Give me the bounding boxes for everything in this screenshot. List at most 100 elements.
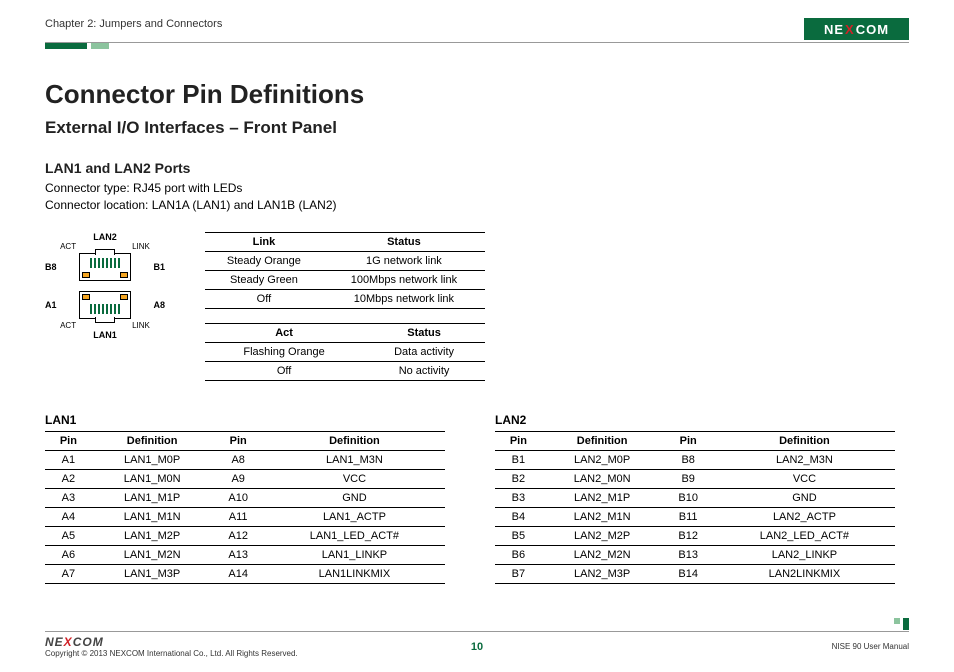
table-cell: B9 bbox=[663, 469, 714, 488]
chapter-label: Chapter 2: Jumpers and Connectors bbox=[45, 18, 222, 30]
table-cell: VCC bbox=[714, 469, 895, 488]
diagram-act-top: ACT bbox=[60, 242, 76, 251]
table-cell: LAN2_M3P bbox=[542, 564, 663, 583]
table-cell: B1 bbox=[495, 450, 542, 469]
table-cell: LAN2_M0N bbox=[542, 469, 663, 488]
table-cell: Off bbox=[205, 289, 323, 308]
lan1-label: LAN1 bbox=[45, 413, 445, 427]
section-heading: LAN1 and LAN2 Ports bbox=[45, 160, 909, 176]
table-cell: LAN1_LINKP bbox=[264, 545, 445, 564]
table-row: OffNo activity bbox=[205, 361, 485, 380]
table-cell: 100Mbps network link bbox=[323, 270, 485, 289]
act-status-table: Act Status Flashing OrangeData activityO… bbox=[205, 323, 485, 381]
table-cell: GND bbox=[264, 488, 445, 507]
link-status-table: Link Status Steady Orange1G network link… bbox=[205, 232, 485, 309]
diagram-link-top: LINK bbox=[132, 242, 150, 251]
table-cell: GND bbox=[714, 488, 895, 507]
table-cell: LAN2_ACTP bbox=[714, 507, 895, 526]
table-cell: LAN1LINKMIX bbox=[264, 564, 445, 583]
table-cell: LAN1_M0N bbox=[92, 469, 213, 488]
diagram-a8: A8 bbox=[153, 300, 165, 310]
table-cell: A5 bbox=[45, 526, 92, 545]
diagram-link-bot: LINK bbox=[132, 321, 150, 330]
table-cell: A4 bbox=[45, 507, 92, 526]
diagram-a1: A1 bbox=[45, 300, 57, 310]
table-cell: LAN2_M0P bbox=[542, 450, 663, 469]
footer-accent-icon bbox=[894, 618, 909, 630]
table-cell: LAN2_M1N bbox=[542, 507, 663, 526]
table-cell: A9 bbox=[213, 469, 264, 488]
lan2-pin-table: Pin Definition Pin Definition B1LAN2_M0P… bbox=[495, 431, 895, 584]
table-cell: B6 bbox=[495, 545, 542, 564]
table-cell: LAN2_LINKP bbox=[714, 545, 895, 564]
table-cell: A6 bbox=[45, 545, 92, 564]
page-subtitle: External I/O Interfaces – Front Panel bbox=[45, 118, 909, 138]
table-row: B3LAN2_M1PB10GND bbox=[495, 488, 895, 507]
table-row: A5LAN1_M2PA12LAN1_LED_ACT# bbox=[45, 526, 445, 545]
table-cell: VCC bbox=[264, 469, 445, 488]
status-header: Status bbox=[323, 232, 485, 251]
table-cell: LAN1_M2P bbox=[92, 526, 213, 545]
table-cell: No activity bbox=[363, 361, 485, 380]
table-row: B1LAN2_M0PB8LAN2_M3N bbox=[495, 450, 895, 469]
table-cell: Flashing Orange bbox=[205, 342, 363, 361]
table-cell: LAN1_M3P bbox=[92, 564, 213, 583]
page-title: Connector Pin Definitions bbox=[45, 79, 909, 110]
logo-pre: NE bbox=[45, 635, 64, 649]
table-cell: LAN1_M1P bbox=[92, 488, 213, 507]
table-row: B2LAN2_M0NB9VCC bbox=[495, 469, 895, 488]
table-row: Off10Mbps network link bbox=[205, 289, 485, 308]
diagram-act-bot: ACT bbox=[60, 321, 76, 330]
table-cell: A7 bbox=[45, 564, 92, 583]
link-header: Link bbox=[205, 232, 323, 251]
table-cell: A14 bbox=[213, 564, 264, 583]
table-cell: 1G network link bbox=[323, 251, 485, 270]
table-cell: LAN2_M1P bbox=[542, 488, 663, 507]
table-cell: LAN1_M2N bbox=[92, 545, 213, 564]
table-cell: Data activity bbox=[363, 342, 485, 361]
table-cell: A11 bbox=[213, 507, 264, 526]
table-cell: B4 bbox=[495, 507, 542, 526]
th-def2: Definition bbox=[264, 431, 445, 450]
table-cell: B14 bbox=[663, 564, 714, 583]
table-row: B4LAN2_M1NB11LAN2_ACTP bbox=[495, 507, 895, 526]
table-cell: LAN1_ACTP bbox=[264, 507, 445, 526]
rj45-lan2-icon bbox=[79, 253, 131, 281]
rj45-lan1-icon bbox=[79, 291, 131, 319]
th-def: Definition bbox=[92, 431, 213, 450]
table-row: Flashing OrangeData activity bbox=[205, 342, 485, 361]
table-cell: A1 bbox=[45, 450, 92, 469]
table-cell: A10 bbox=[213, 488, 264, 507]
nexcom-logo-top: NEXCOM bbox=[804, 18, 909, 40]
diagram-lan2-label: LAN2 bbox=[45, 232, 165, 242]
table-cell: LAN1_M0P bbox=[92, 450, 213, 469]
table-row: A7LAN1_M3PA14LAN1LINKMIX bbox=[45, 564, 445, 583]
table-cell: LAN2_LED_ACT# bbox=[714, 526, 895, 545]
table-row: A6LAN1_M2NA13LAN1_LINKP bbox=[45, 545, 445, 564]
act-header: Act bbox=[205, 323, 363, 342]
connector-type-text: Connector type: RJ45 port with LEDs bbox=[45, 180, 909, 197]
th-pin: Pin bbox=[45, 431, 92, 450]
manual-name: NISE 90 User Manual bbox=[832, 642, 909, 651]
status-header-2: Status bbox=[363, 323, 485, 342]
table-cell: B3 bbox=[495, 488, 542, 507]
table-cell: Steady Green bbox=[205, 270, 323, 289]
table-cell: A12 bbox=[213, 526, 264, 545]
table-cell: Steady Orange bbox=[205, 251, 323, 270]
table-cell: LAN2_M3N bbox=[714, 450, 895, 469]
table-row: A2LAN1_M0NA9VCC bbox=[45, 469, 445, 488]
table-row: Steady Orange1G network link bbox=[205, 251, 485, 270]
table-cell: Off bbox=[205, 361, 363, 380]
rj45-diagram: LAN2 ACT LINK B8 B1 A1 A8 bbox=[45, 232, 165, 340]
table-cell: A13 bbox=[213, 545, 264, 564]
table-cell: LAN1_LED_ACT# bbox=[264, 526, 445, 545]
table-cell: A8 bbox=[213, 450, 264, 469]
logo-pre: NE bbox=[824, 22, 844, 37]
table-cell: LAN1_M1N bbox=[92, 507, 213, 526]
table-cell: B7 bbox=[495, 564, 542, 583]
table-cell: B10 bbox=[663, 488, 714, 507]
table-row: Steady Green100Mbps network link bbox=[205, 270, 485, 289]
table-row: B7LAN2_M3PB14LAN2LINKMIX bbox=[495, 564, 895, 583]
th-pin2: Pin bbox=[663, 431, 714, 450]
table-cell: B12 bbox=[663, 526, 714, 545]
